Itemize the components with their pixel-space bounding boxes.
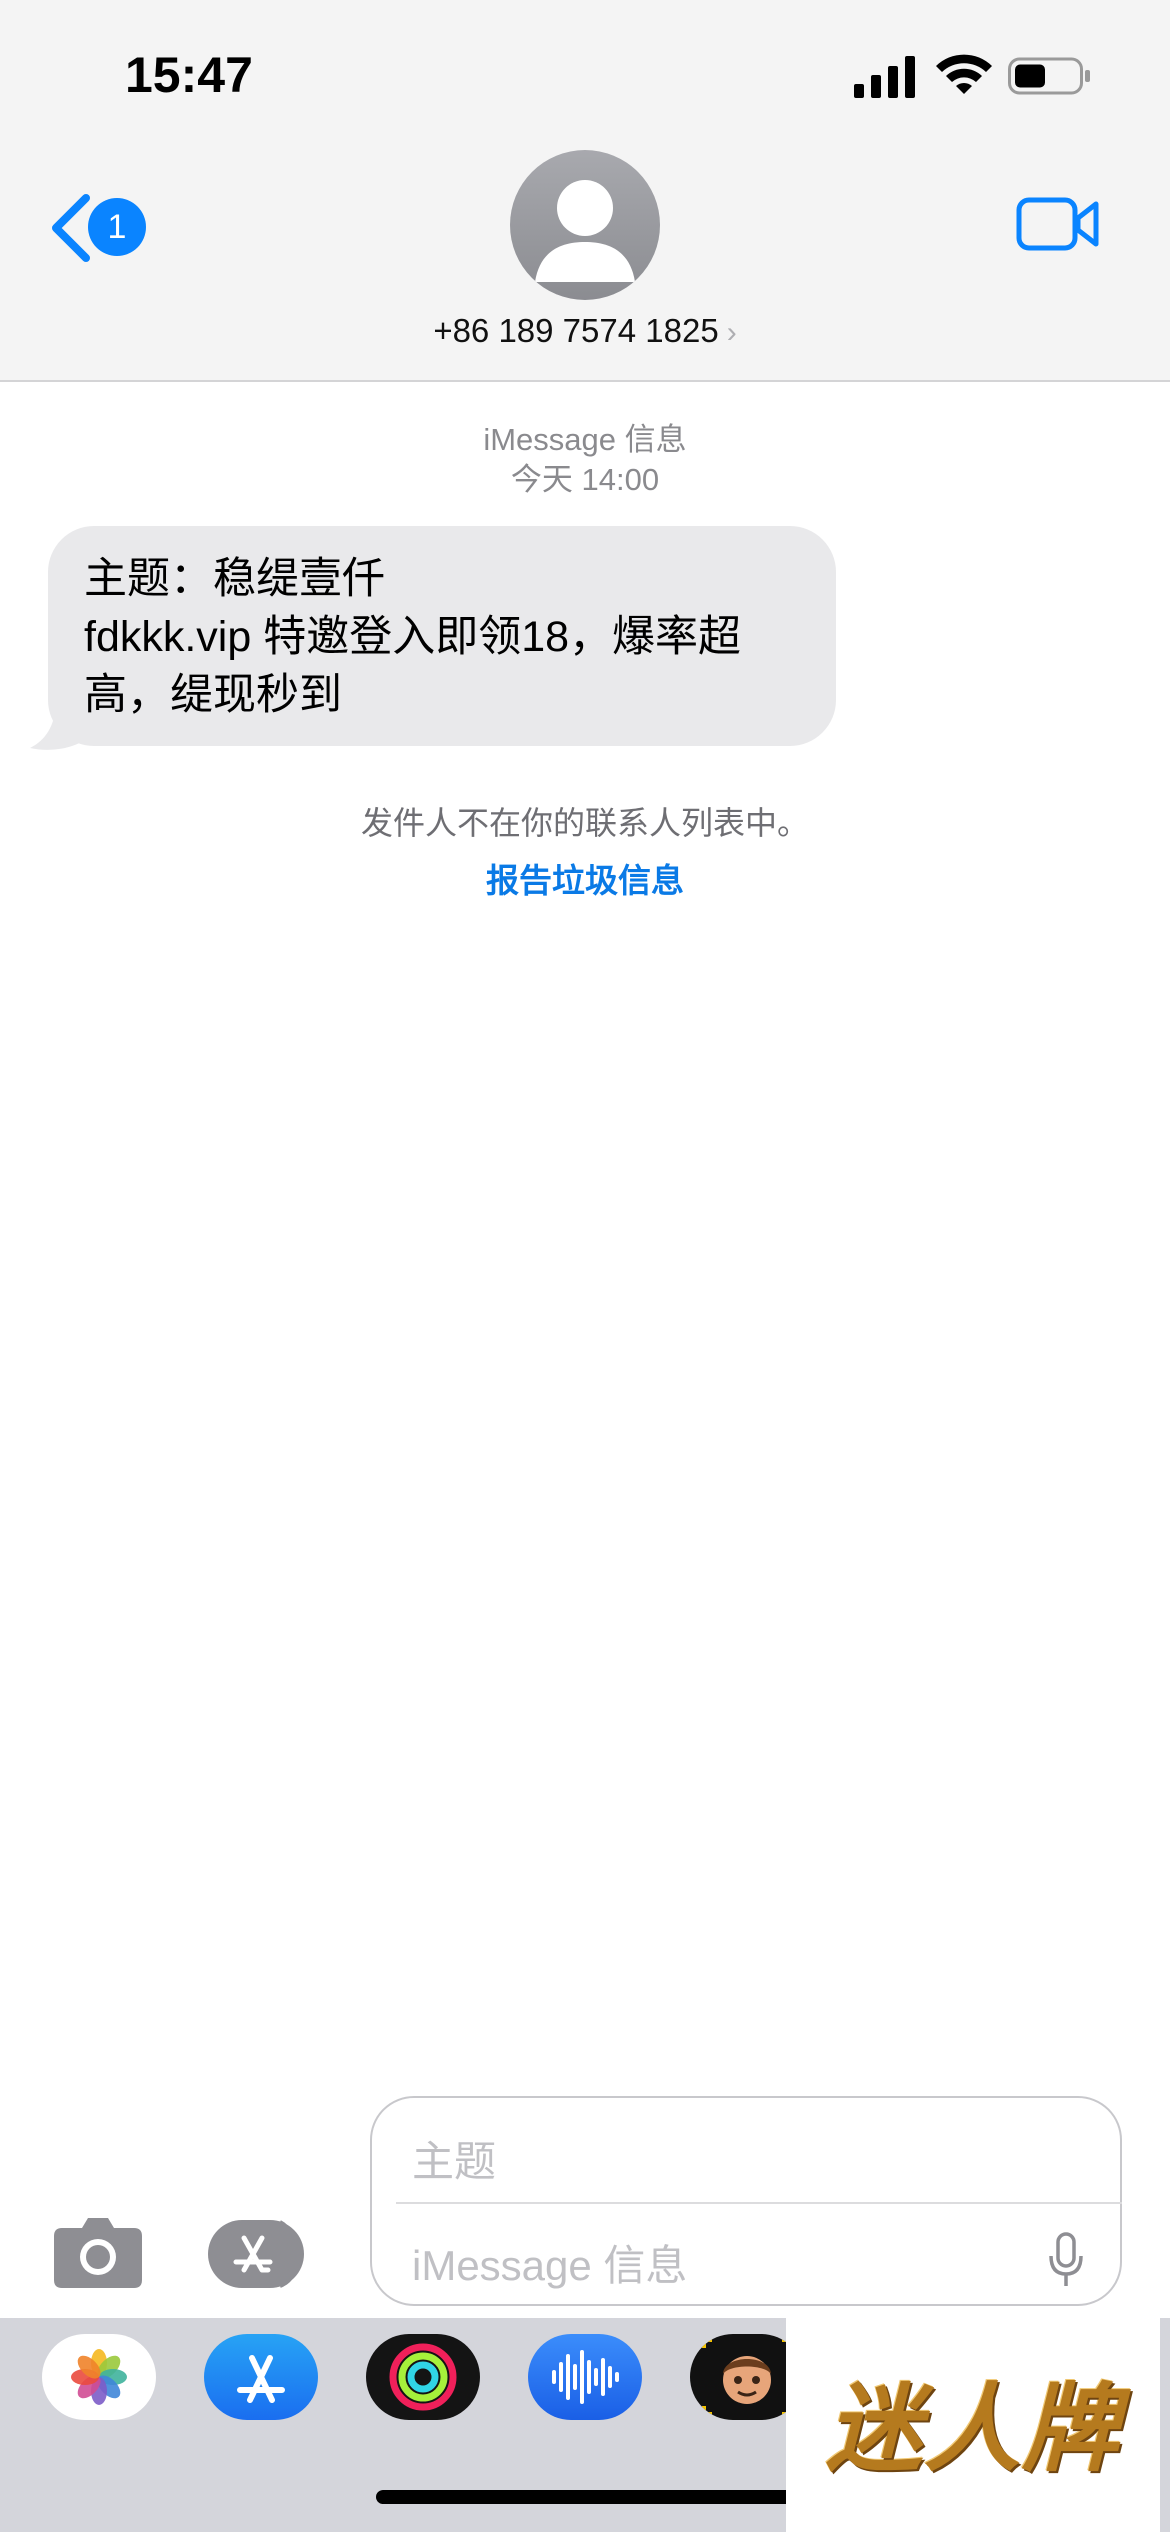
battery-icon <box>1008 57 1090 95</box>
home-indicator[interactable] <box>376 2490 796 2504</box>
message-meta: iMessage 信息 今天 14:00 <box>0 420 1170 500</box>
status-time: 15:47 <box>125 47 253 103</box>
microphone-icon[interactable] <box>1048 2232 1084 2288</box>
app-store-icon[interactable] <box>204 2334 318 2420</box>
unknown-sender-notice: 发件人不在你的联系人列表中。 <box>360 805 809 841</box>
person-silhouette-icon <box>535 180 635 282</box>
fitness-icon[interactable] <box>366 2334 480 2420</box>
cellular-signal-icon <box>854 56 915 98</box>
unread-count-badge[interactable]: 1 <box>88 198 146 256</box>
contact-name[interactable]: +86 189 7574 1825 › <box>0 312 1170 350</box>
message-composer[interactable]: 主题 iMessage 信息 <box>370 2096 1122 2306</box>
camera-icon[interactable] <box>52 2214 144 2290</box>
app-store-toggle-icon[interactable] <box>206 2218 320 2290</box>
photos-icon[interactable] <box>42 2334 156 2420</box>
watermark-logo: 迷人牌 <box>786 2308 1160 2532</box>
video-call-icon[interactable] <box>1016 196 1100 252</box>
message-input[interactable]: iMessage 信息 <box>412 2232 687 2293</box>
contact-number[interactable]: +86 189 7574 1825 <box>433 312 718 349</box>
composer-divider <box>396 2202 1122 2204</box>
chevron-right-icon: › <box>726 316 737 349</box>
message-timestamp: 今天 14:00 <box>510 462 660 497</box>
wifi-icon <box>936 54 992 94</box>
incoming-message-bubble[interactable]: 主题：稳缇壹仟 fdkkk.vip 特邀登入即领18，爆率超高，缇现秒到 <box>48 526 836 746</box>
subject-input[interactable]: 主题 <box>412 2128 496 2189</box>
watermark-text: 迷人牌 <box>826 2371 1120 2485</box>
service-label: iMessage 信息 <box>483 422 687 457</box>
contact-avatar[interactable] <box>510 150 660 300</box>
conversation-header: 15:47 1 +86 189 7574 1825 › <box>0 0 1170 382</box>
back-chevron-icon[interactable] <box>46 192 94 264</box>
report-junk-link[interactable]: 报告垃圾信息 <box>0 854 1170 902</box>
audio-message-icon[interactable] <box>528 2334 642 2420</box>
